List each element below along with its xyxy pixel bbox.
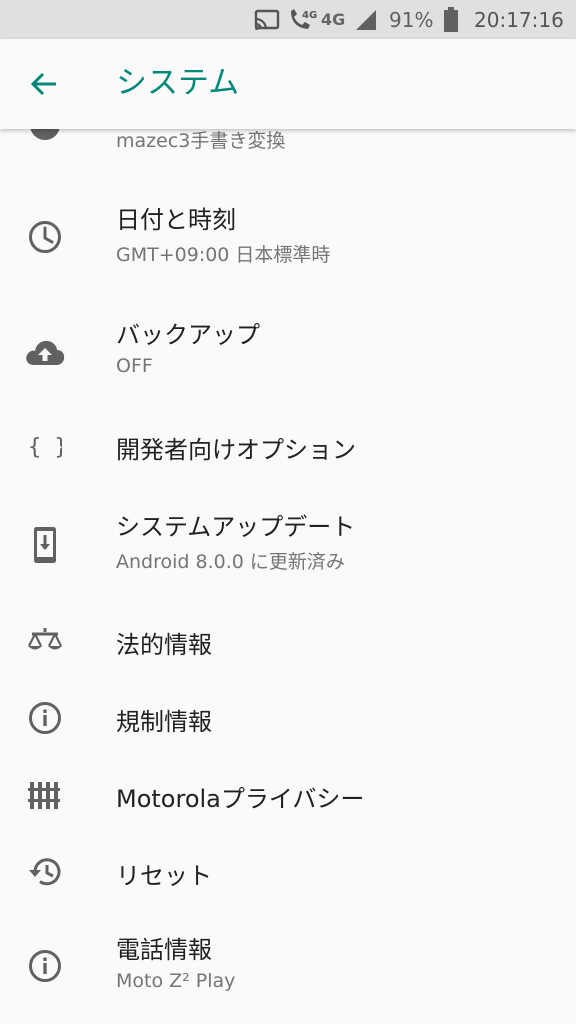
list-item-title: リセット	[116, 862, 212, 890]
battery-percent: 91%	[389, 7, 434, 32]
list-item-motorola-privacy[interactable]: Motorolaプライバシー	[0, 759, 576, 831]
fence-icon	[24, 774, 66, 816]
list-item-title: システムアップデート	[116, 513, 356, 541]
svg-text:4G: 4G	[302, 10, 317, 21]
clock-icon	[24, 216, 66, 258]
list-item-title: 規制情報	[116, 708, 212, 736]
list-item-title: 法的情報	[116, 631, 212, 659]
list-item-backup[interactable]: バックアップ OFF	[0, 295, 576, 405]
braces-icon: { }	[24, 425, 66, 467]
signal-icon	[354, 0, 378, 39]
list-item-subtitle: Android 8.0.0 に更新済み	[116, 551, 345, 573]
scale-icon	[24, 620, 66, 662]
list-item-subtitle: GMT+09:00 日本標準時	[116, 244, 331, 266]
network-type-label: 4G	[321, 10, 346, 29]
list-item-title: バックアップ	[116, 321, 260, 349]
battery-icon	[443, 0, 459, 39]
info-icon	[24, 697, 66, 739]
cloud-upload-icon	[24, 331, 66, 373]
list-item-system-update[interactable]: システムアップデート Android 8.0.0 に更新済み	[0, 490, 576, 600]
list-item-reset[interactable]: リセット	[0, 836, 576, 908]
list-item-title: Motorolaプライバシー	[116, 785, 365, 813]
list-item-subtitle: mazec3手書き変換	[116, 130, 286, 152]
list-item-title: 開発者向けオプション	[116, 436, 356, 464]
list-item-date-time[interactable]: 日付と時刻 GMT+09:00 日本標準時	[0, 180, 576, 290]
clock-time: 20:17:16	[474, 7, 564, 32]
list-item-legal-info[interactable]: 法的情報	[0, 605, 576, 677]
list-item-developer-options[interactable]: { } 開発者向けオプション	[0, 410, 576, 482]
list-item-subtitle: Moto Z² Play	[116, 970, 236, 992]
app-bar: システム	[0, 39, 576, 129]
info-icon	[24, 945, 66, 987]
list-item-title: 日付と時刻	[116, 206, 236, 234]
history-icon	[24, 851, 66, 893]
volte-call-icon: 4G	[287, 0, 317, 39]
list-item-phone-info[interactable]: 電話情報 Moto Z² Play	[0, 913, 576, 1023]
status-bar: 4G 4G 91% 20:17:16	[0, 0, 576, 39]
list-item-title: 電話情報	[116, 936, 212, 964]
cast-icon	[254, 0, 280, 39]
list-item-regulatory-info[interactable]: 規制情報	[0, 682, 576, 754]
arrow-back-icon	[30, 72, 56, 96]
list-item-subtitle: OFF	[116, 355, 153, 377]
system-update-icon	[24, 524, 66, 566]
back-button[interactable]	[18, 60, 70, 108]
svg-text:{ }: { }	[28, 435, 62, 460]
page-title: システム	[116, 65, 240, 101]
